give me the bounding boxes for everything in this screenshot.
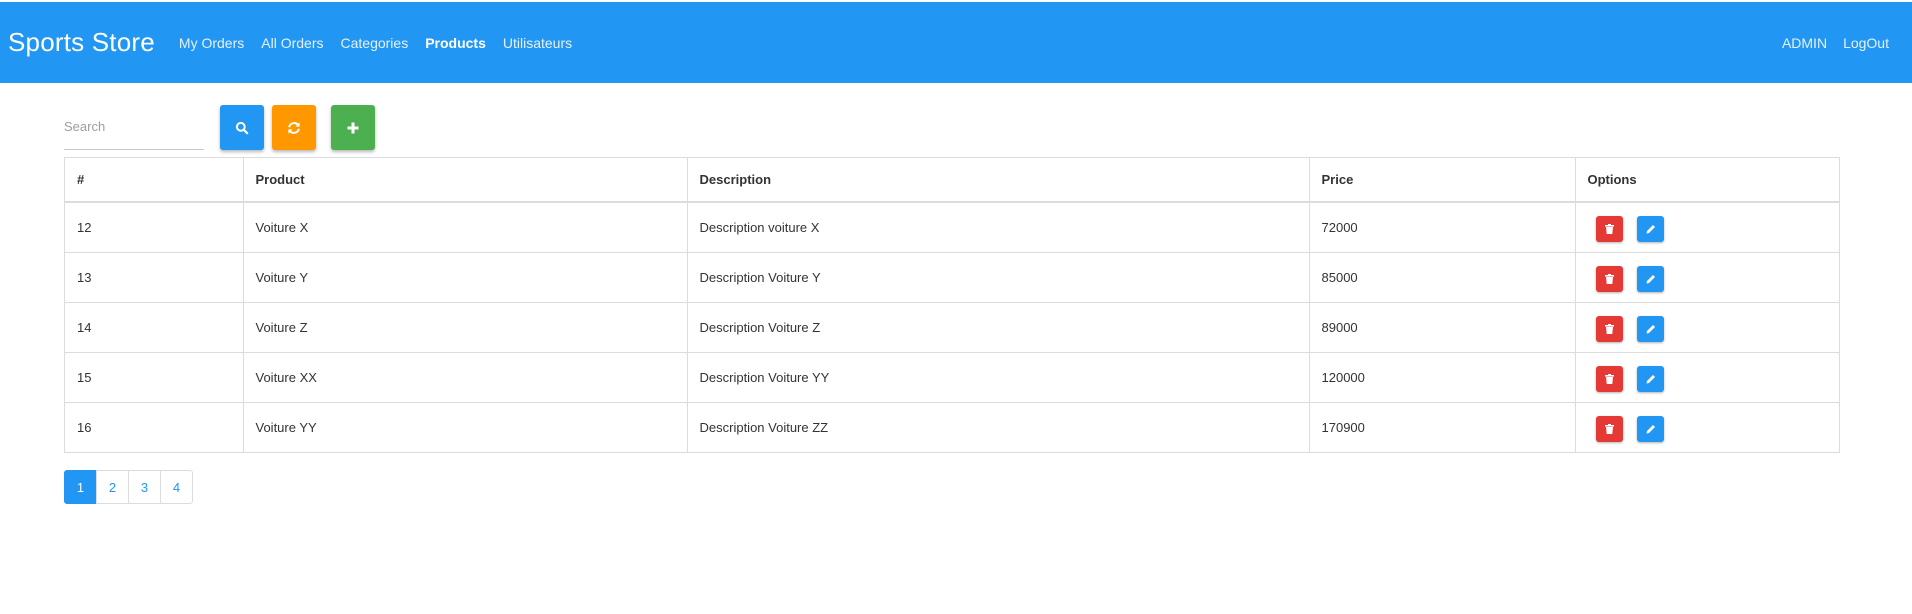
table-row: 12 Voiture X Description voiture X 72000 bbox=[65, 201, 1839, 252]
cell-product: Voiture XX bbox=[243, 351, 688, 402]
cell-options bbox=[1575, 351, 1839, 402]
page-button-3[interactable]: 3 bbox=[128, 470, 161, 504]
cell-product: Voiture X bbox=[243, 201, 688, 252]
top-navbar: Sports Store My Orders All Orders Catego… bbox=[0, 2, 1912, 83]
edit-button[interactable] bbox=[1637, 266, 1665, 292]
cell-id: 14 bbox=[65, 301, 244, 352]
pencil-icon bbox=[1646, 225, 1655, 234]
page-button-2[interactable]: 2 bbox=[96, 470, 129, 504]
cell-product: Voiture YY bbox=[243, 401, 688, 452]
table-row: 13 Voiture Y Description Voiture Y 85000 bbox=[65, 251, 1839, 302]
cell-price: 72000 bbox=[1309, 201, 1576, 252]
column-header-description: Description bbox=[687, 158, 1310, 203]
column-header-id: # bbox=[65, 158, 244, 203]
trash-icon bbox=[1604, 224, 1614, 235]
nav-link-products[interactable]: Products bbox=[425, 35, 486, 51]
cell-price: 120000 bbox=[1309, 351, 1576, 402]
page-button-4[interactable]: 4 bbox=[160, 470, 193, 504]
search-input[interactable] bbox=[64, 114, 204, 138]
cell-options bbox=[1575, 251, 1839, 302]
delete-button[interactable] bbox=[1595, 366, 1623, 392]
cell-id: 13 bbox=[65, 251, 244, 302]
pencil-icon bbox=[1646, 325, 1655, 334]
refresh-icon bbox=[288, 121, 300, 134]
products-table: # Product Description Price Options 12 V… bbox=[64, 157, 1840, 453]
nav-link-categories[interactable]: Categories bbox=[341, 35, 409, 51]
search-button[interactable] bbox=[220, 105, 264, 150]
delete-button[interactable] bbox=[1595, 216, 1623, 243]
trash-icon bbox=[1604, 424, 1614, 435]
cell-options bbox=[1575, 301, 1839, 352]
nav-link-my-orders[interactable]: My Orders bbox=[179, 35, 244, 51]
cell-description: Description Voiture Z bbox=[687, 301, 1310, 352]
column-header-options: Options bbox=[1575, 158, 1839, 203]
column-header-price: Price bbox=[1309, 158, 1576, 203]
nav-link-logout[interactable]: LogOut bbox=[1843, 35, 1889, 51]
column-header-product: Product bbox=[243, 158, 688, 203]
cell-id: 15 bbox=[65, 351, 244, 402]
cell-description: Description Voiture Y bbox=[687, 251, 1310, 302]
cell-options bbox=[1575, 401, 1839, 452]
search-field bbox=[64, 104, 204, 150]
cell-description: Description voiture X bbox=[687, 201, 1310, 252]
pencil-icon bbox=[1646, 375, 1655, 384]
trash-icon bbox=[1604, 274, 1614, 284]
edit-button[interactable] bbox=[1637, 366, 1665, 392]
search-icon bbox=[235, 121, 249, 134]
cell-price: 89000 bbox=[1309, 301, 1576, 352]
nav-link-admin[interactable]: ADMIN bbox=[1782, 35, 1827, 51]
cell-options bbox=[1575, 201, 1839, 252]
plus-icon bbox=[347, 122, 359, 133]
edit-button[interactable] bbox=[1637, 416, 1665, 443]
cell-description: Description Voiture YY bbox=[687, 351, 1310, 402]
cell-description: Description Voiture ZZ bbox=[687, 401, 1310, 452]
add-button[interactable] bbox=[331, 105, 375, 150]
delete-button[interactable] bbox=[1595, 266, 1623, 292]
edit-button[interactable] bbox=[1637, 216, 1665, 243]
pencil-icon bbox=[1646, 425, 1655, 434]
nav-links: My Orders All Orders Categories Products… bbox=[179, 35, 589, 51]
brand-title[interactable]: Sports Store bbox=[8, 27, 155, 58]
table-header-row: # Product Description Price Options bbox=[65, 158, 1839, 203]
pagination: 1 2 3 4 bbox=[64, 470, 193, 504]
nav-link-utilisateurs[interactable]: Utilisateurs bbox=[503, 35, 572, 51]
cell-product: Voiture Z bbox=[243, 301, 688, 352]
edit-button[interactable] bbox=[1637, 316, 1665, 342]
delete-button[interactable] bbox=[1595, 316, 1623, 342]
cell-price: 85000 bbox=[1309, 251, 1576, 302]
page-button-1[interactable]: 1 bbox=[64, 470, 97, 504]
trash-icon bbox=[1604, 324, 1614, 334]
trash-icon bbox=[1604, 374, 1614, 384]
cell-id: 16 bbox=[65, 401, 244, 452]
delete-button[interactable] bbox=[1595, 416, 1623, 443]
pencil-icon bbox=[1646, 275, 1655, 284]
nav-right: ADMIN LogOut bbox=[1766, 35, 1889, 51]
cell-price: 170900 bbox=[1309, 401, 1576, 452]
refresh-button[interactable] bbox=[272, 105, 316, 150]
cell-product: Voiture Y bbox=[243, 251, 688, 302]
table-row: 14 Voiture Z Description Voiture Z 89000 bbox=[65, 301, 1839, 352]
table-row: 16 Voiture YY Description Voiture ZZ 170… bbox=[65, 401, 1839, 452]
nav-link-all-orders[interactable]: All Orders bbox=[261, 35, 323, 51]
table-row: 15 Voiture XX Description Voiture YY 120… bbox=[65, 351, 1839, 402]
toolbar bbox=[64, 104, 404, 152]
cell-id: 12 bbox=[65, 201, 244, 252]
